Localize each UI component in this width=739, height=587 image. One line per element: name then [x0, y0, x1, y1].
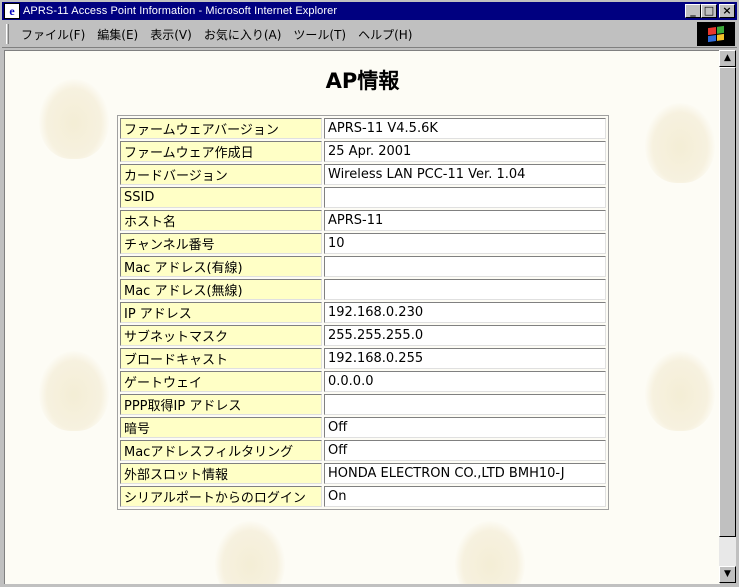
- menu-edit[interactable]: 編集(E): [91, 26, 144, 43]
- background-ornament: [645, 103, 715, 183]
- field-value: Wireless LAN PCC-11 Ver. 1.04: [324, 164, 606, 185]
- page-title: AP情報: [325, 69, 400, 93]
- menu-help[interactable]: ヘルプ(H): [352, 26, 418, 43]
- close-button[interactable]: ×: [719, 4, 735, 18]
- table-row: ファームウェアバージョン APRS-11 V4.5.6K: [120, 118, 606, 139]
- ap-info-table: ファームウェアバージョン APRS-11 V4.5.6K ファームウェア作成日 25 …: [117, 115, 609, 510]
- menu-view[interactable]: 表示(V): [144, 26, 198, 43]
- table-row: ゲートウェイ 0.0.0.0: [120, 371, 606, 392]
- menu-file[interactable]: ファイル(F): [15, 26, 91, 43]
- field-value: 255.255.255.0: [324, 325, 606, 346]
- scroll-up-button[interactable]: ▲: [719, 50, 736, 67]
- background-ornament: [215, 521, 285, 584]
- field-value: [324, 187, 606, 208]
- field-label: ファームウェア作成日: [120, 141, 322, 162]
- table-row: 外部スロット情報 HONDA ELECTRON CO.,LTD BMH10-J: [120, 463, 606, 484]
- field-label: シリアルポートからのログイン: [120, 486, 322, 507]
- table-row: 暗号 Off: [120, 417, 606, 438]
- field-label: Macアドレスフィルタリング: [120, 440, 322, 461]
- field-label: Mac アドレス(有線): [120, 256, 322, 277]
- field-value: [324, 279, 606, 300]
- table-row: Mac アドレス(有線): [120, 256, 606, 277]
- ie-page-icon[interactable]: e: [4, 3, 20, 19]
- field-value: 10: [324, 233, 606, 254]
- field-label: サブネットマスク: [120, 325, 322, 346]
- field-value: HONDA ELECTRON CO.,LTD BMH10-J: [324, 463, 606, 484]
- table-row: ブロードキャスト 192.168.0.255: [120, 348, 606, 369]
- field-label: ホスト名: [120, 210, 322, 231]
- table-row: Mac アドレス(無線): [120, 279, 606, 300]
- background-ornament: [645, 351, 715, 431]
- table-row: ホスト名 APRS-11: [120, 210, 606, 231]
- table-row: シリアルポートからのログイン On: [120, 486, 606, 507]
- field-value: Off: [324, 417, 606, 438]
- field-value: 0.0.0.0: [324, 371, 606, 392]
- field-label: ファームウェアバージョン: [120, 118, 322, 139]
- field-value: [324, 256, 606, 277]
- field-label: IP アドレス: [120, 302, 322, 323]
- windows-logo-icon: [708, 25, 724, 43]
- field-value: 25 Apr. 2001: [324, 141, 606, 162]
- field-label: PPP取得IP アドレス: [120, 394, 322, 415]
- vertical-scrollbar[interactable]: ▲ ▼: [719, 50, 736, 583]
- browser-window: e APRS-11 Access Point Information - Mic…: [0, 0, 739, 587]
- table-row: SSID: [120, 187, 606, 208]
- scroll-down-button[interactable]: ▼: [719, 566, 736, 583]
- table-row: PPP取得IP アドレス: [120, 394, 606, 415]
- menu-bar: ファイル(F) 編集(E) 表示(V) お気に入り(A) ツール(T) ヘルプ(…: [2, 21, 737, 48]
- window-title: APRS-11 Access Point Information - Micro…: [23, 5, 338, 17]
- page-viewport: AP情報 ファームウェアバージョン APRS-11 V4.5.6K ファームウェア作…: [4, 50, 720, 584]
- field-value: APRS-11: [324, 210, 606, 231]
- menu-tools[interactable]: ツール(T): [287, 26, 352, 43]
- field-value: 192.168.0.255: [324, 348, 606, 369]
- field-value: Off: [324, 440, 606, 461]
- field-label: ゲートウェイ: [120, 371, 322, 392]
- table-row: カードバージョン Wireless LAN PCC-11 Ver. 1.04: [120, 164, 606, 185]
- table-row: チャンネル番号 10: [120, 233, 606, 254]
- field-label: カードバージョン: [120, 164, 322, 185]
- field-label: ブロードキャスト: [120, 348, 322, 369]
- background-ornament: [455, 521, 525, 584]
- field-label: チャンネル番号: [120, 233, 322, 254]
- field-value: [324, 394, 606, 415]
- table-row: IP アドレス 192.168.0.230: [120, 302, 606, 323]
- scroll-thumb[interactable]: [719, 67, 736, 537]
- field-label: 外部スロット情報: [120, 463, 322, 484]
- windows-logo-throbber: [697, 22, 735, 46]
- table-row: ファームウェア作成日 25 Apr. 2001: [120, 141, 606, 162]
- window-controls: _ □ ×: [685, 4, 735, 18]
- table-row: Macアドレスフィルタリング Off: [120, 440, 606, 461]
- toolbar-grip[interactable]: [6, 24, 9, 44]
- table-row: サブネットマスク 255.255.255.0: [120, 325, 606, 346]
- field-value: 192.168.0.230: [324, 302, 606, 323]
- field-label: 暗号: [120, 417, 322, 438]
- background-ornament: [39, 351, 109, 431]
- menu-favorites[interactable]: お気に入り(A): [198, 26, 288, 43]
- field-label: Mac アドレス(無線): [120, 279, 322, 300]
- minimize-button[interactable]: _: [685, 4, 701, 18]
- maximize-button[interactable]: □: [701, 4, 717, 18]
- field-label: SSID: [120, 187, 322, 208]
- title-bar[interactable]: e APRS-11 Access Point Information - Mic…: [2, 2, 737, 20]
- field-value: APRS-11 V4.5.6K: [324, 118, 606, 139]
- field-value: On: [324, 486, 606, 507]
